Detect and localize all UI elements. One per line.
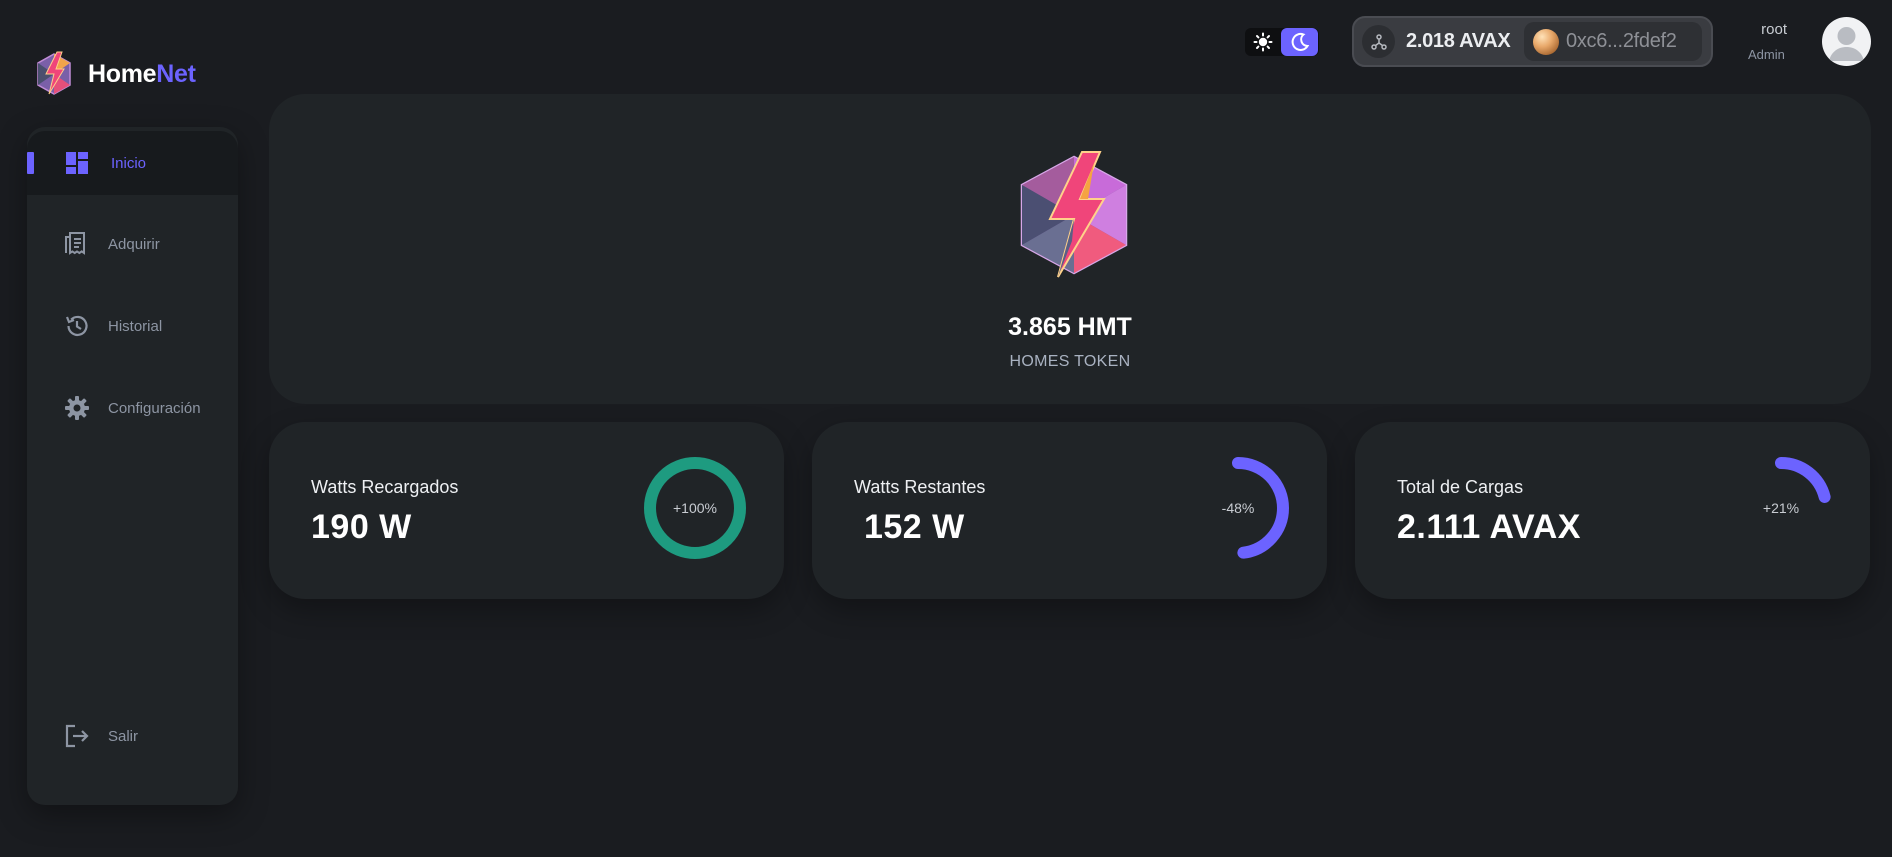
sidebar: Inicio Adquirir Historial Configuración … (27, 127, 238, 805)
stat-value: 2.111 AVAX (1397, 508, 1581, 546)
moon-icon[interactable] (1281, 28, 1318, 56)
brand-name-home: Home (88, 59, 157, 88)
logout-label: Salir (108, 727, 139, 745)
stat-label: Watts Restantes (854, 477, 986, 497)
wallet-balance: 2.018 AVAX (1406, 30, 1511, 52)
sidebar-item-configuracion[interactable]: Configuración (27, 376, 238, 440)
wallet-address: 0xc6...2fdef2 (1566, 30, 1677, 52)
logout-icon (63, 722, 91, 750)
sidebar-item-inicio[interactable]: Inicio (27, 131, 238, 195)
account-orb-icon (1533, 29, 1559, 55)
progress-percent: +21% (1762, 500, 1800, 516)
sidebar-item-label: Adquirir (108, 235, 160, 253)
brand-name: HomeNet (88, 60, 196, 89)
stat-label: Watts Recargados (311, 477, 459, 497)
stat-card-total-cargas: Total de Cargas 2.111 AVAX +21% (1355, 422, 1870, 599)
user-name: root (1761, 21, 1787, 38)
theme-toggle[interactable] (1245, 28, 1319, 56)
homenet-logo-icon (37, 51, 71, 95)
logout-button[interactable]: Salir (27, 704, 238, 768)
stat-card-watts-restantes: Watts Restantes 152 W -48% (812, 422, 1327, 599)
avatar[interactable] (1822, 17, 1871, 66)
stat-value: 152 W (854, 508, 965, 546)
sidebar-item-historial[interactable]: Historial (27, 294, 238, 358)
stat-card-watts-recargados: Watts Recargados 190 W +100% (269, 422, 784, 599)
brand-name-net: Net (156, 59, 196, 88)
token-name: HOMES TOKEN (1009, 353, 1131, 370)
user-avatar-icon (1829, 27, 1864, 61)
receipt-icon (63, 230, 91, 258)
brand[interactable]: HomeNet (34, 50, 196, 98)
progress-percent: -48% (1221, 500, 1255, 516)
sun-icon[interactable] (1245, 28, 1281, 56)
progress-percent: +100% (673, 500, 717, 516)
history-icon (63, 312, 91, 340)
sidebar-item-adquirir[interactable]: Adquirir (27, 212, 238, 276)
sidebar-item-label: Historial (108, 317, 163, 335)
wallet-address-button[interactable]: 0xc6...2fdef2 (1524, 22, 1702, 61)
gear-icon (63, 394, 91, 422)
active-indicator (27, 152, 34, 174)
token-card: 3.865 HMT HOMES TOKEN (269, 94, 1871, 404)
wallet-widget[interactable]: 2.018 AVAX 0xc6...2fdef2 (1352, 16, 1713, 67)
homes-token-logo-icon (1020, 151, 1128, 278)
sidebar-item-label: Configuración (108, 399, 201, 417)
dashboard-icon (63, 149, 91, 177)
user-role: Admin (1748, 47, 1785, 62)
stat-value: 190 W (311, 508, 412, 546)
token-amount: 3.865 HMT (1008, 313, 1132, 341)
sidebar-item-label: Inicio (111, 154, 147, 172)
network-icon[interactable] (1362, 25, 1395, 58)
stat-label: Total de Cargas (1397, 477, 1524, 497)
